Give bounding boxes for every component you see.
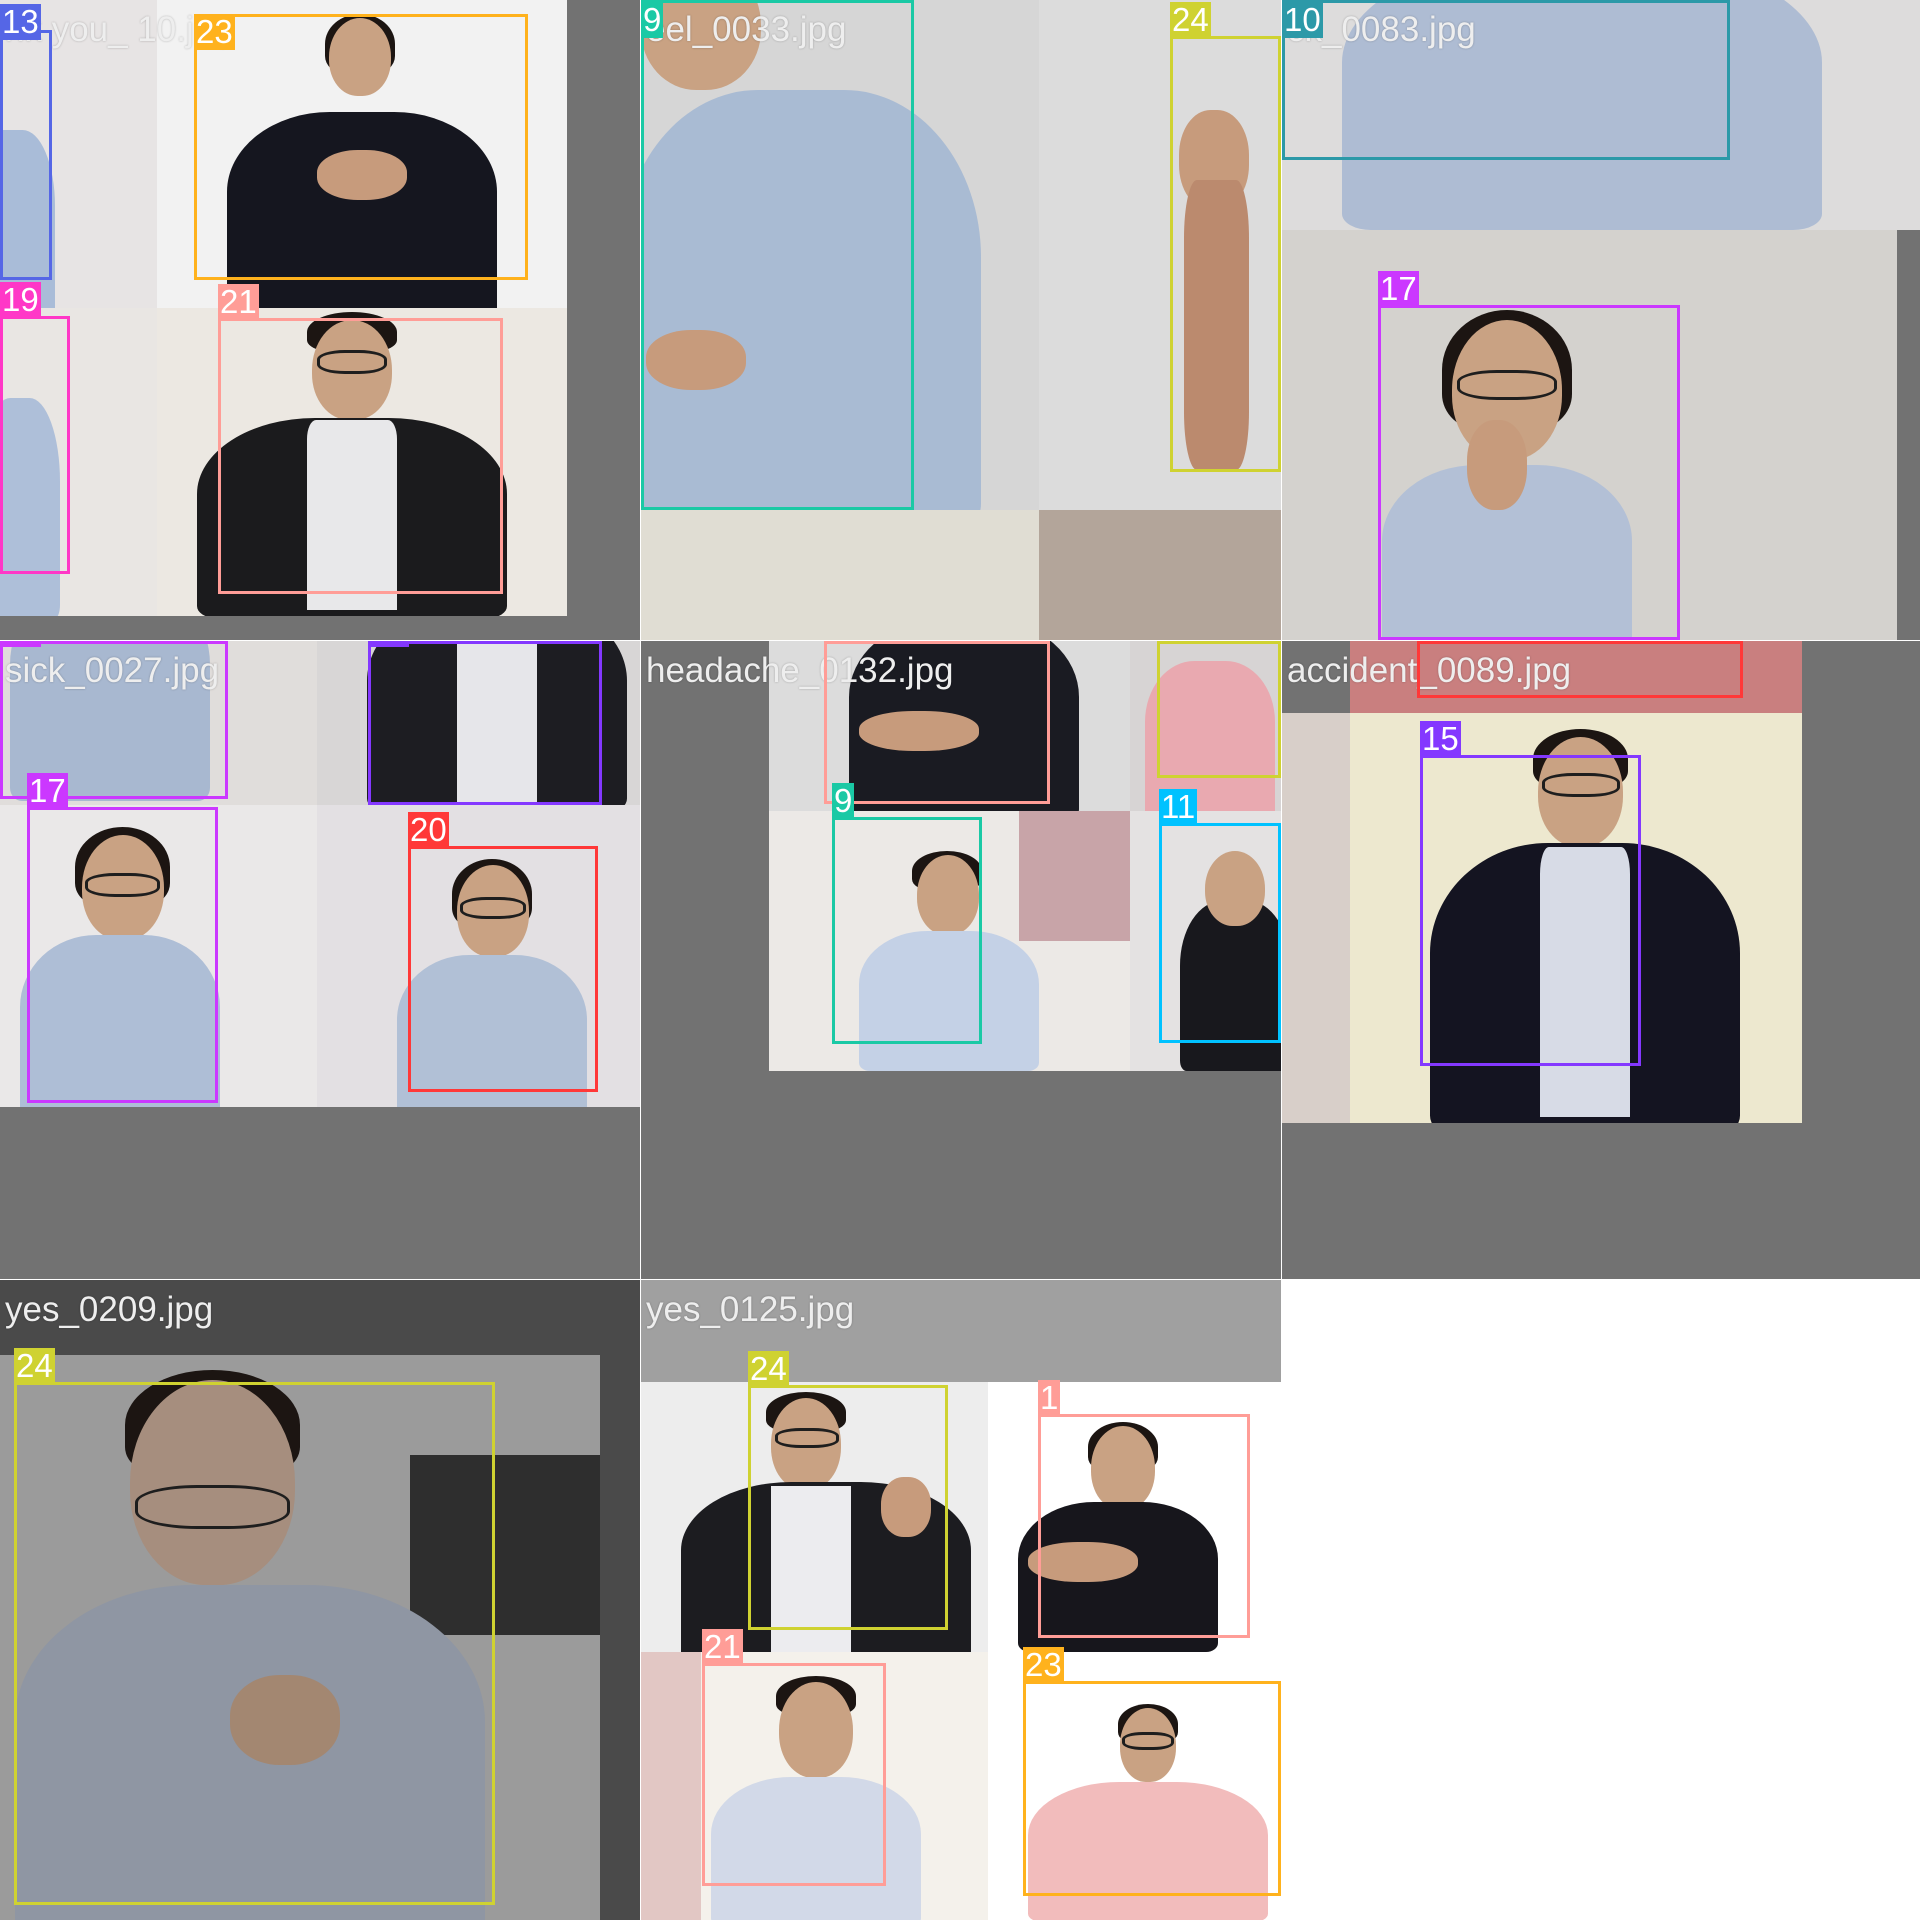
class-label: 17 (1378, 270, 1419, 307)
detection-box (14, 1382, 495, 1905)
mosaic-panel-5: headache_0132.jpg 1 4 9 11 (641, 641, 1281, 1279)
photo-tile (641, 510, 1039, 640)
photo-tile (1039, 510, 1281, 640)
class-label: 15 (1420, 720, 1461, 757)
class-label: 15 (368, 641, 409, 647)
detection-box (1420, 755, 1641, 1066)
mosaic-panel-4: sick_0027.jpg 17 15 17 20 (0, 641, 640, 1279)
detection-box (1378, 305, 1680, 640)
class-label: 13 (0, 3, 41, 40)
detection-box (1038, 1414, 1250, 1638)
detection-box (408, 846, 598, 1092)
class-label: 19 (0, 281, 41, 318)
detection-box (832, 817, 982, 1044)
class-label: 9 (641, 1, 664, 38)
mosaic-panel-8: yes_0125.jpg 24 1 21 23 (641, 1280, 1281, 1920)
class-label: 24 (748, 1350, 789, 1387)
detection-box (1159, 823, 1281, 1043)
class-label: 21 (702, 1628, 743, 1665)
detection-box (194, 14, 528, 280)
class-label: 11 (1159, 788, 1198, 825)
detection-box (368, 641, 602, 805)
mosaic-panel-7: yes_0209.jpg 24 (0, 1280, 640, 1920)
class-label: 0 (1417, 641, 1440, 643)
class-label: 10 (1282, 1, 1323, 38)
mosaic-panel-1: nk you_ 10.jpg 13 23 19 21 (0, 0, 640, 640)
class-label: 9 (832, 782, 855, 819)
detection-box (1170, 36, 1281, 472)
detection-box (748, 1385, 948, 1630)
image-filename: yes_0209.jpg (5, 1290, 214, 1329)
class-label: 23 (1023, 1646, 1064, 1683)
detection-box (27, 807, 218, 1103)
class-label: 17 (0, 641, 41, 647)
detection-box (1023, 1681, 1281, 1896)
class-label: 17 (27, 772, 68, 809)
detection-box (0, 316, 70, 574)
class-label: 23 (194, 13, 235, 50)
class-label: 24 (1170, 1, 1211, 38)
class-label: 24 (14, 1347, 55, 1384)
detection-box (1417, 641, 1743, 698)
class-label: 1 (1038, 1379, 1061, 1416)
detection-box (0, 30, 52, 280)
mosaic-panel-2: eel_0033.jpg 9 24 (641, 0, 1281, 640)
mosaic-panel-6: accident_0089.jpg 0 15 (1282, 641, 1920, 1279)
class-label: 1 (824, 641, 847, 643)
image-filename: yes_0125.jpg (646, 1290, 855, 1329)
class-label: 20 (408, 811, 449, 848)
class-label: 4 (1157, 641, 1180, 643)
mosaic-panel-3: ck_0083.jpg 10 17 (1282, 0, 1920, 640)
detection-box (218, 318, 503, 594)
detection-box (641, 0, 914, 510)
detection-box (1157, 641, 1281, 778)
class-label: 21 (218, 283, 259, 320)
detection-box (824, 641, 1050, 804)
photo-tile (1282, 713, 1350, 1123)
detection-box (702, 1663, 886, 1886)
detection-box (1282, 0, 1730, 160)
